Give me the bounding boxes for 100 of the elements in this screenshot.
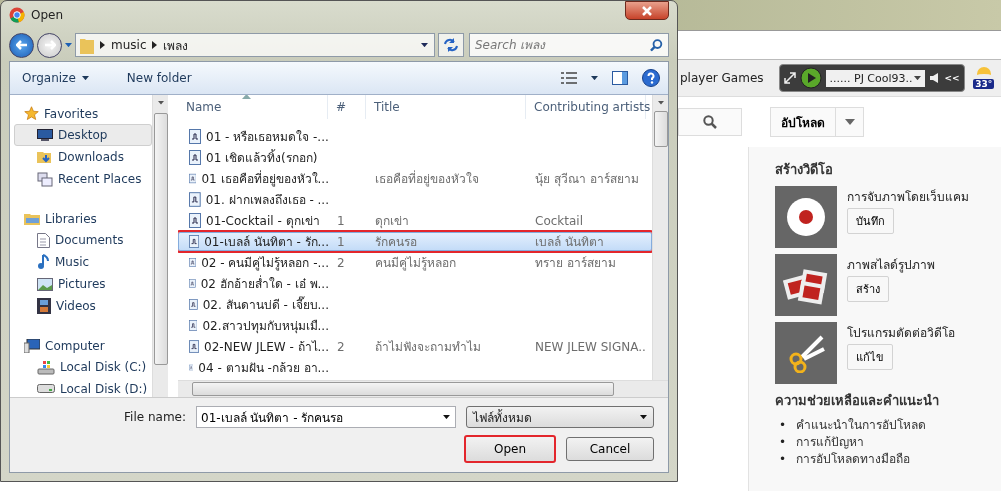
music-note-icon xyxy=(37,254,50,270)
chevron-right-icon xyxy=(100,41,105,49)
nav-group-heading[interactable]: Computer xyxy=(14,335,152,356)
drive-icon xyxy=(37,384,55,394)
weather-widget[interactable]: 33° xyxy=(969,67,998,89)
audio-file-icon xyxy=(189,150,201,165)
scroll-up-icon xyxy=(657,101,664,105)
file-row[interactable]: 01 เชิดแล้วทิ้ง(รกอก) xyxy=(178,148,652,167)
file-row[interactable]: 02. สันดานบ่ดี - เจี๊ยบ... xyxy=(178,295,652,314)
caret-icon xyxy=(913,75,921,81)
cell-text: รักคนรอ xyxy=(375,234,417,251)
help-link[interactable]: คำแนะนำในการอัปโหลด xyxy=(796,417,927,434)
scrollbar-thumb[interactable] xyxy=(653,111,668,147)
dialog-button[interactable]: Open xyxy=(464,435,556,463)
preview-pane-icon[interactable] xyxy=(612,71,628,85)
audio-file-icon xyxy=(189,276,196,291)
file-name-field[interactable]: 01-เบลล์ นันทิตา - รักคนรอ xyxy=(196,406,456,428)
nav-item[interactable]: Desktop xyxy=(14,124,152,146)
search-button[interactable] xyxy=(678,108,742,136)
file-row[interactable]: 01. ฝากเพลงถึงเธอ - ... xyxy=(178,190,652,209)
scrollbar-thumb[interactable] xyxy=(192,382,614,396)
nav-item[interactable]: Local Disk (D:) xyxy=(14,378,152,397)
column-header[interactable]: Title xyxy=(366,95,526,119)
breadcrumb-item[interactable]: เพลง xyxy=(163,35,189,55)
cell-text: 01. ฝากเพลงถึงเธอ - ... xyxy=(205,192,329,209)
close-button[interactable] xyxy=(625,1,669,20)
view-details-icon[interactable] xyxy=(561,72,577,84)
station-dropdown[interactable]: ...... PJ Cool93.. xyxy=(825,69,925,87)
action-button[interactable]: สร้าง xyxy=(847,276,889,302)
address-field[interactable]: music เพลง xyxy=(75,33,435,57)
record-icon xyxy=(786,197,826,237)
column-header[interactable]: # xyxy=(328,95,366,119)
cell-text: 1 xyxy=(337,213,345,228)
collapse-button[interactable]: << xyxy=(944,73,960,83)
speaker-icon[interactable] xyxy=(928,72,941,84)
action-button[interactable]: บันทึก xyxy=(847,208,894,234)
games-menu[interactable]: player Games xyxy=(680,71,764,85)
file-type-dropdown[interactable]: ไฟล์ทั้งหมด xyxy=(466,406,654,428)
file-row[interactable]: 02-NEW JLEW - ถ้าไ... 2 ถ้าไม่ฟังจะถามทำไม NEW JLEW SIGNA... xyxy=(178,337,652,356)
new-folder-button[interactable]: New folder xyxy=(122,69,196,87)
caret-icon xyxy=(421,42,428,48)
section-heading: สร้างวิดีโอ xyxy=(775,161,834,179)
nav-item[interactable]: Videos xyxy=(14,295,152,317)
expand-icon[interactable] xyxy=(783,72,796,84)
search-icon xyxy=(703,115,717,129)
forward-button[interactable] xyxy=(37,32,62,58)
help-link[interactable]: การอัปโหลดทางมือถือ xyxy=(796,451,911,468)
nav-item[interactable]: Documents xyxy=(14,229,152,251)
cell-text: 02 - คนมีคู่ไม่รู้หลอก -... xyxy=(201,255,329,272)
file-row[interactable]: 01-เบลล์ นันทิตา - รัก... 1 รักคนรอ เบลล์ นันทิตา xyxy=(178,232,652,251)
scrollbar-thumb[interactable] xyxy=(153,113,168,365)
tool-title: โปรแกรมตัดต่อวิดีโอ xyxy=(847,326,955,340)
nav-item[interactable]: Music xyxy=(14,251,152,273)
search-field[interactable]: Search เพลง xyxy=(469,33,669,57)
dialog-button[interactable]: Cancel xyxy=(566,437,654,461)
nav-group-heading[interactable]: Libraries xyxy=(14,208,152,229)
file-row[interactable]: 01 - หรือเธอหมดใจ -... xyxy=(178,127,652,146)
file-row[interactable]: 02 - คนมีคู่ไม่รู้หลอก -... 2 คนมีคู่ไม่รู้หลอก ทราย อาร์สยาม xyxy=(178,253,652,272)
nav-group-heading[interactable]: Favorites xyxy=(14,103,152,124)
caret-icon xyxy=(443,414,450,420)
cell-text: 01-Cocktail - ดุกเข่า xyxy=(206,213,320,230)
refresh-icon xyxy=(443,38,459,52)
file-row[interactable]: 02.สาวปทุมกับหนุ่มเมื... xyxy=(178,316,652,335)
file-row[interactable]: 04 - ตามฝัน -กล้วย อา... xyxy=(178,358,652,377)
cell-text: 01 เชิดแล้วทิ้ง(รกอก) xyxy=(206,148,318,167)
sort-arrow-icon xyxy=(242,95,251,99)
section-heading: ความช่วยเหลือและคำแนะนำ xyxy=(775,392,940,410)
scrollbar[interactable] xyxy=(652,95,668,380)
play-button[interactable] xyxy=(799,67,822,89)
help-icon[interactable] xyxy=(642,69,660,87)
nav-item[interactable]: Pictures xyxy=(14,273,152,295)
scrollbar[interactable] xyxy=(152,95,168,397)
cell-text: NEW JLEW SIGNA... xyxy=(535,339,647,354)
audio-file-icon xyxy=(189,234,200,249)
horizontal-scrollbar[interactable] xyxy=(178,380,668,397)
file-row[interactable]: 02 ฮักอ้ายส่ำใด - เอ๋ พ... xyxy=(178,274,652,293)
tool-title: ภาพสไลด์รูปภาพ xyxy=(847,258,935,272)
breadcrumb-item[interactable]: music xyxy=(111,38,147,52)
nav-item[interactable]: Downloads xyxy=(14,146,152,168)
audio-file-icon xyxy=(189,318,198,333)
field-label: File name: xyxy=(124,410,186,424)
recent-places-icon xyxy=(37,171,53,187)
nav-item[interactable]: Local Disk (C:) xyxy=(14,356,152,378)
cell-text: ถ้าไม่ฟังจะถามทำไม xyxy=(375,339,481,356)
action-button[interactable]: แก้ไข xyxy=(847,344,893,370)
nav-item[interactable]: Recent Places xyxy=(14,168,152,190)
cell-text: 02.สาวปทุมกับหนุ่มเมื... xyxy=(202,318,329,335)
history-button[interactable] xyxy=(65,42,72,48)
scroll-up-icon xyxy=(157,101,164,105)
back-button[interactable] xyxy=(9,32,34,58)
column-header[interactable]: Name xyxy=(178,95,328,119)
cell-text: ทราย อาร์สยาม xyxy=(535,255,616,272)
upload-button[interactable]: อัปโหลด xyxy=(771,108,835,136)
file-row[interactable]: 01-Cocktail - ดุกเข่า 1 ดุกเข่า Cocktail xyxy=(178,211,652,230)
organize-menu[interactable]: Organize xyxy=(18,69,93,87)
close-icon xyxy=(642,5,652,16)
refresh-button[interactable] xyxy=(438,33,464,57)
help-link[interactable]: การแก้ปัญหา xyxy=(796,434,865,451)
file-row[interactable]: 01 เธอคือที่อยู่ของหัวใ... เธอคือที่อยู่ของหัวใจ นุ้ย สุวีณา อาร์สยาม xyxy=(178,169,652,188)
back-arrow-icon xyxy=(15,40,28,50)
